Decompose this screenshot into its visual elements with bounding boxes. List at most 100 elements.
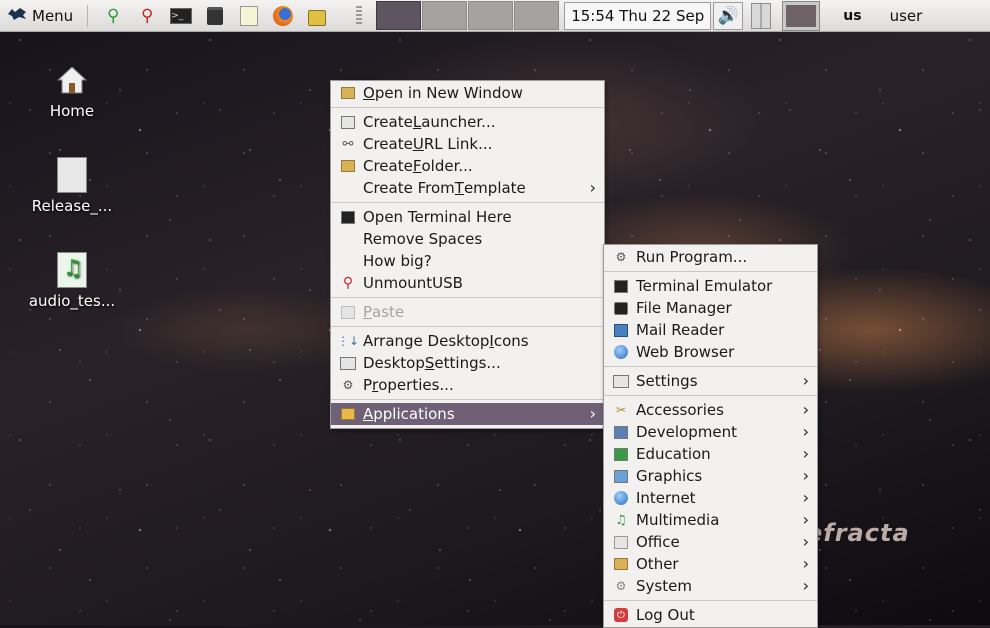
workspace-2[interactable]	[422, 1, 468, 30]
folder-icon	[339, 158, 357, 174]
menu-item-arrange-icons[interactable]: ⋮↓ Arrange Desktop Icons	[331, 330, 604, 352]
accessories-icon: ✂	[615, 403, 627, 417]
terminal-icon	[612, 278, 630, 294]
panel-menu-button[interactable]: Menu	[0, 0, 79, 31]
menu-item-open-terminal[interactable]: Open Terminal Here	[331, 206, 604, 228]
url-link-icon: ⚯	[342, 136, 354, 152]
menu-item-system[interactable]: ⚙ System ›	[604, 575, 817, 597]
xfce-mouse-icon	[6, 6, 28, 26]
menu-item-web-browser[interactable]: Web Browser	[604, 341, 817, 363]
menu-item-create-url-link[interactable]: ⚯ Create U RL Link...	[331, 133, 604, 155]
menu-item-applications[interactable]: Applications ›	[331, 403, 604, 425]
menu-separator	[331, 399, 604, 400]
settings-icon	[612, 373, 630, 389]
menu-item-run-program[interactable]: ⚙ Run Program...	[604, 246, 817, 268]
development-icon	[612, 424, 630, 440]
menu-separator	[331, 297, 604, 298]
menu-item-create-from-template[interactable]: Create From Template ›	[331, 177, 604, 199]
text-file-icon	[55, 157, 89, 193]
paste-icon	[339, 304, 357, 320]
lock-icon[interactable]	[306, 5, 328, 27]
menu-item-file-manager[interactable]: File Manager	[604, 297, 817, 319]
menu-item-internet[interactable]: Internet ›	[604, 487, 817, 509]
panel-clock[interactable]: 15:54 Thu 22 Sep	[564, 1, 712, 30]
office-icon	[612, 534, 630, 550]
globe-icon	[612, 344, 630, 360]
terminal-icon[interactable]: >_	[170, 5, 193, 27]
workspace-4[interactable]	[514, 1, 560, 30]
menu-item-properties[interactable]: ⚙ Pr operties...	[331, 374, 604, 396]
menu-item-office[interactable]: Office ›	[604, 531, 817, 553]
chevron-right-icon: ›	[802, 444, 809, 463]
window-switcher-icon[interactable]	[782, 0, 821, 31]
other-icon	[612, 556, 630, 572]
chevron-right-icon: ›	[802, 576, 809, 595]
menu-separator	[604, 271, 817, 272]
applications-icon	[339, 406, 357, 422]
chevron-right-icon: ›	[802, 510, 809, 529]
home-icon	[55, 62, 89, 98]
menu-item-other[interactable]: Other ›	[604, 553, 817, 575]
desktop-settings-icon	[339, 355, 357, 371]
desktop-icon-release[interactable]: Release_...	[24, 157, 120, 215]
firefox-icon[interactable]	[272, 5, 294, 27]
chevron-right-icon: ›	[802, 371, 809, 390]
chevron-right-icon: ›	[589, 404, 596, 423]
blank-document-icon	[339, 114, 357, 130]
text-editor-icon[interactable]	[238, 5, 260, 27]
volume-icon[interactable]: 🔊	[713, 1, 744, 30]
file-manager-icon[interactable]	[204, 5, 226, 27]
show-desktop-icon[interactable]	[751, 2, 772, 29]
menu-item-settings[interactable]: Settings ›	[604, 370, 817, 392]
desktop-context-menu: Open in New Window Create Launcher... ⚯ …	[330, 80, 605, 429]
menu-item-development[interactable]: Development ›	[604, 421, 817, 443]
menu-item-open-new-window[interactable]: Open in New Window	[331, 82, 604, 104]
menu-item-terminal-emulator[interactable]: Terminal Emulator	[604, 275, 817, 297]
properties-icon: ⚙	[342, 378, 354, 392]
menu-item-log-out[interactable]: ⏻ Log Out	[604, 604, 817, 626]
menu-item-desktop-settings[interactable]: Desktop Settings...	[331, 352, 604, 374]
menu-separator	[331, 107, 604, 108]
keyboard-layout[interactable]: us	[843, 8, 861, 24]
menu-item-unmount-usb[interactable]: ⚲ UnmountUSB	[331, 272, 604, 294]
panel-menu-label: Menu	[32, 6, 74, 25]
menu-separator	[604, 366, 817, 367]
chevron-right-icon: ›	[802, 466, 809, 485]
menu-item-how-big[interactable]: How big?	[331, 250, 604, 272]
menu-item-create-launcher[interactable]: Create Launcher...	[331, 111, 604, 133]
multimedia-icon: ♫	[615, 512, 627, 528]
menu-item-multimedia[interactable]: ♫ Multimedia ›	[604, 509, 817, 531]
globe-icon	[612, 490, 630, 506]
top-panel: Menu ⚲ ⚲ >_ 15:54 Thu 22 Sep 🔊 us user	[0, 0, 990, 32]
usb-red-icon[interactable]: ⚲	[136, 5, 158, 27]
user-name[interactable]: user	[890, 7, 923, 25]
education-icon	[612, 446, 630, 462]
graphics-icon	[612, 468, 630, 484]
desktop-icon-label: Release_...	[31, 197, 113, 215]
chevron-right-icon: ›	[589, 178, 596, 197]
chevron-right-icon: ›	[802, 400, 809, 419]
menu-item-create-folder[interactable]: Create Folder...	[331, 155, 604, 177]
system-icon: ⚙	[615, 579, 627, 593]
usb-green-icon[interactable]: ⚲	[102, 5, 124, 27]
menu-item-paste[interactable]: Paste	[331, 301, 604, 323]
mail-icon	[612, 322, 630, 338]
chevron-right-icon: ›	[802, 554, 809, 573]
file-manager-icon	[612, 300, 630, 316]
chevron-right-icon: ›	[802, 532, 809, 551]
menu-item-remove-spaces[interactable]: Remove Spaces	[331, 228, 604, 250]
audio-file-icon: ♫	[55, 252, 89, 288]
menu-item-mail-reader[interactable]: Mail Reader	[604, 319, 817, 341]
panel-grip[interactable]	[356, 5, 363, 26]
usb-icon: ⚲	[342, 275, 354, 291]
desktop-icon-audio[interactable]: ♫ audio_tes...	[24, 252, 120, 310]
menu-separator	[604, 600, 817, 601]
applications-submenu: ⚙ Run Program... Terminal Emulator File …	[603, 244, 818, 628]
workspace-1[interactable]	[376, 1, 422, 30]
menu-item-accessories[interactable]: ✂ Accessories ›	[604, 399, 817, 421]
workspace-3[interactable]	[468, 1, 514, 30]
menu-item-graphics[interactable]: Graphics ›	[604, 465, 817, 487]
menu-item-education[interactable]: Education ›	[604, 443, 817, 465]
desktop-icon-home[interactable]: Home	[24, 62, 120, 120]
panel-separator	[87, 4, 89, 27]
